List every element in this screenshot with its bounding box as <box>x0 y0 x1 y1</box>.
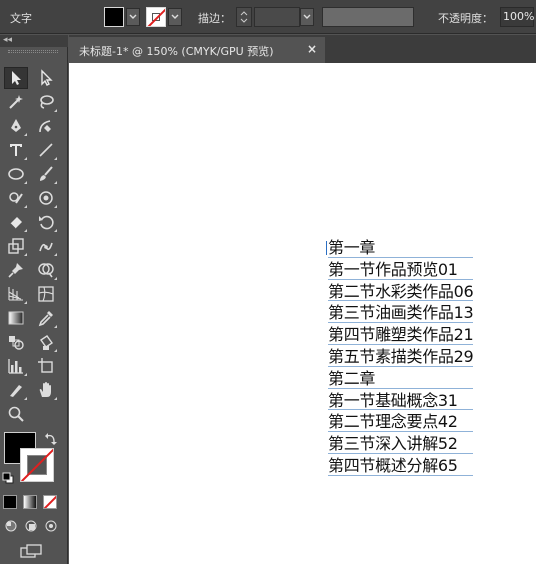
stroke-weight-input[interactable] <box>254 7 300 27</box>
text-line-11[interactable]: 第四节概述分解65 <box>328 455 474 477</box>
magic-wand-tool-icon[interactable] <box>4 91 28 113</box>
text-line-1[interactable]: 第一章 <box>326 237 474 259</box>
blob-brush-tool-icon[interactable] <box>34 187 58 209</box>
default-fill-stroke-icon[interactable] <box>2 472 14 484</box>
document-tab-title: 未标题-1* @ 150% (CMYK/GPU 预览) <box>79 45 274 58</box>
control-bar: 文字 描边： 不透明度： 100% <box>0 0 536 34</box>
zoom-tool-icon[interactable] <box>4 403 28 425</box>
tool-name-label: 文字 <box>10 12 32 25</box>
panel-grip[interactable] <box>8 50 58 53</box>
text-frame[interactable]: 第一章 第一节作品预览01 第二节水彩类作品06 第三节油画类作品13 第四节雕… <box>326 237 474 477</box>
chevron-down-icon <box>129 14 137 19</box>
stroke-swatch[interactable] <box>20 448 54 482</box>
slice-tool-icon[interactable] <box>4 379 28 401</box>
chevron-down-icon <box>171 14 179 19</box>
stroke-color-swatch[interactable] <box>146 7 166 27</box>
live-paint-bucket-tool-icon[interactable] <box>34 331 58 353</box>
text-line-7[interactable]: 第二章 <box>328 368 474 390</box>
draw-inside-icon[interactable] <box>43 519 59 533</box>
none-mode-button[interactable] <box>43 495 57 509</box>
text-line-5[interactable]: 第四节雕塑类作品21 <box>328 324 474 346</box>
hand-tool-icon[interactable] <box>34 379 58 401</box>
puppet-warp-tool-icon[interactable] <box>34 235 58 257</box>
draw-behind-icon[interactable] <box>23 519 39 533</box>
paintbrush-tool-icon[interactable] <box>34 163 58 185</box>
opacity-label[interactable]: 不透明度： <box>438 10 493 26</box>
collapse-icon[interactable]: ◂◂ <box>3 35 12 45</box>
artboard-canvas[interactable]: 第一章 第一节作品预览01 第二节水彩类作品06 第三节油画类作品13 第四节雕… <box>69 63 536 564</box>
pin-tool-icon[interactable] <box>4 259 28 281</box>
tools-panel-header: ◂◂ <box>0 35 68 47</box>
direct-selection-tool-icon[interactable] <box>34 67 58 89</box>
text-line-4[interactable]: 第三节油画类作品13 <box>328 302 474 324</box>
shaper-tool-icon[interactable] <box>4 187 28 209</box>
gradient-tool-icon[interactable] <box>4 307 28 329</box>
text-caret <box>326 241 327 255</box>
text-line-6[interactable]: 第五节素描类作品29 <box>328 346 474 368</box>
text-line-2[interactable]: 第一节作品预览01 <box>328 259 474 281</box>
text-line-10[interactable]: 第三节深入讲解52 <box>328 433 474 455</box>
fill-color-swatch[interactable] <box>104 7 124 27</box>
close-icon[interactable]: × <box>307 42 317 56</box>
artboard-tool-icon[interactable] <box>34 355 58 377</box>
blend-tool-icon[interactable] <box>4 331 28 353</box>
document-tab-strip: 未标题-1* @ 150% (CMYK/GPU 预览) × <box>69 35 536 63</box>
selection-tool-icon[interactable] <box>4 67 28 89</box>
draw-normal-icon[interactable] <box>3 519 19 533</box>
perspective-grid-tool-icon[interactable] <box>4 283 28 305</box>
stroke-dropdown-button[interactable] <box>168 8 182 26</box>
stroke-label: 描边： <box>198 12 231 25</box>
screen-mode-icon[interactable] <box>20 544 42 558</box>
rotate-tool-icon[interactable] <box>34 211 58 233</box>
tools-panel: ◂◂ <box>0 35 68 564</box>
scale-tool-icon[interactable] <box>4 235 28 257</box>
lasso-tool-icon[interactable] <box>34 91 58 113</box>
shape-builder-tool-icon[interactable] <box>34 259 58 281</box>
variable-width-profile[interactable] <box>322 7 414 27</box>
stroke-weight-dropdown[interactable] <box>300 8 314 26</box>
text-line-8[interactable]: 第一节基础概念31 <box>328 390 474 412</box>
document-tab[interactable]: 未标题-1* @ 150% (CMYK/GPU 预览) × <box>69 37 325 63</box>
ellipse-tool-icon[interactable] <box>4 163 28 185</box>
chevron-down-icon <box>303 14 311 19</box>
stroke-weight-spinner[interactable] <box>236 7 252 27</box>
text-line-9[interactable]: 第二节理念要点42 <box>328 411 474 433</box>
pen-tool-icon[interactable] <box>4 115 28 137</box>
text-line-3[interactable]: 第二节水彩类作品06 <box>328 281 474 303</box>
column-graph-tool-icon[interactable] <box>4 355 28 377</box>
type-tool-icon[interactable] <box>4 139 28 161</box>
eraser-tool-icon[interactable] <box>4 211 28 233</box>
curvature-tool-icon[interactable] <box>34 115 58 137</box>
color-mode-button[interactable] <box>3 495 17 509</box>
mesh-tool-icon[interactable] <box>34 283 58 305</box>
eyedropper-tool-icon[interactable] <box>34 307 58 329</box>
swap-fill-stroke-icon[interactable] <box>44 432 58 446</box>
gradient-mode-button[interactable] <box>23 495 37 509</box>
fill-dropdown-button[interactable] <box>126 8 140 26</box>
line-segment-tool-icon[interactable] <box>34 139 58 161</box>
opacity-input[interactable]: 100% <box>500 7 534 27</box>
